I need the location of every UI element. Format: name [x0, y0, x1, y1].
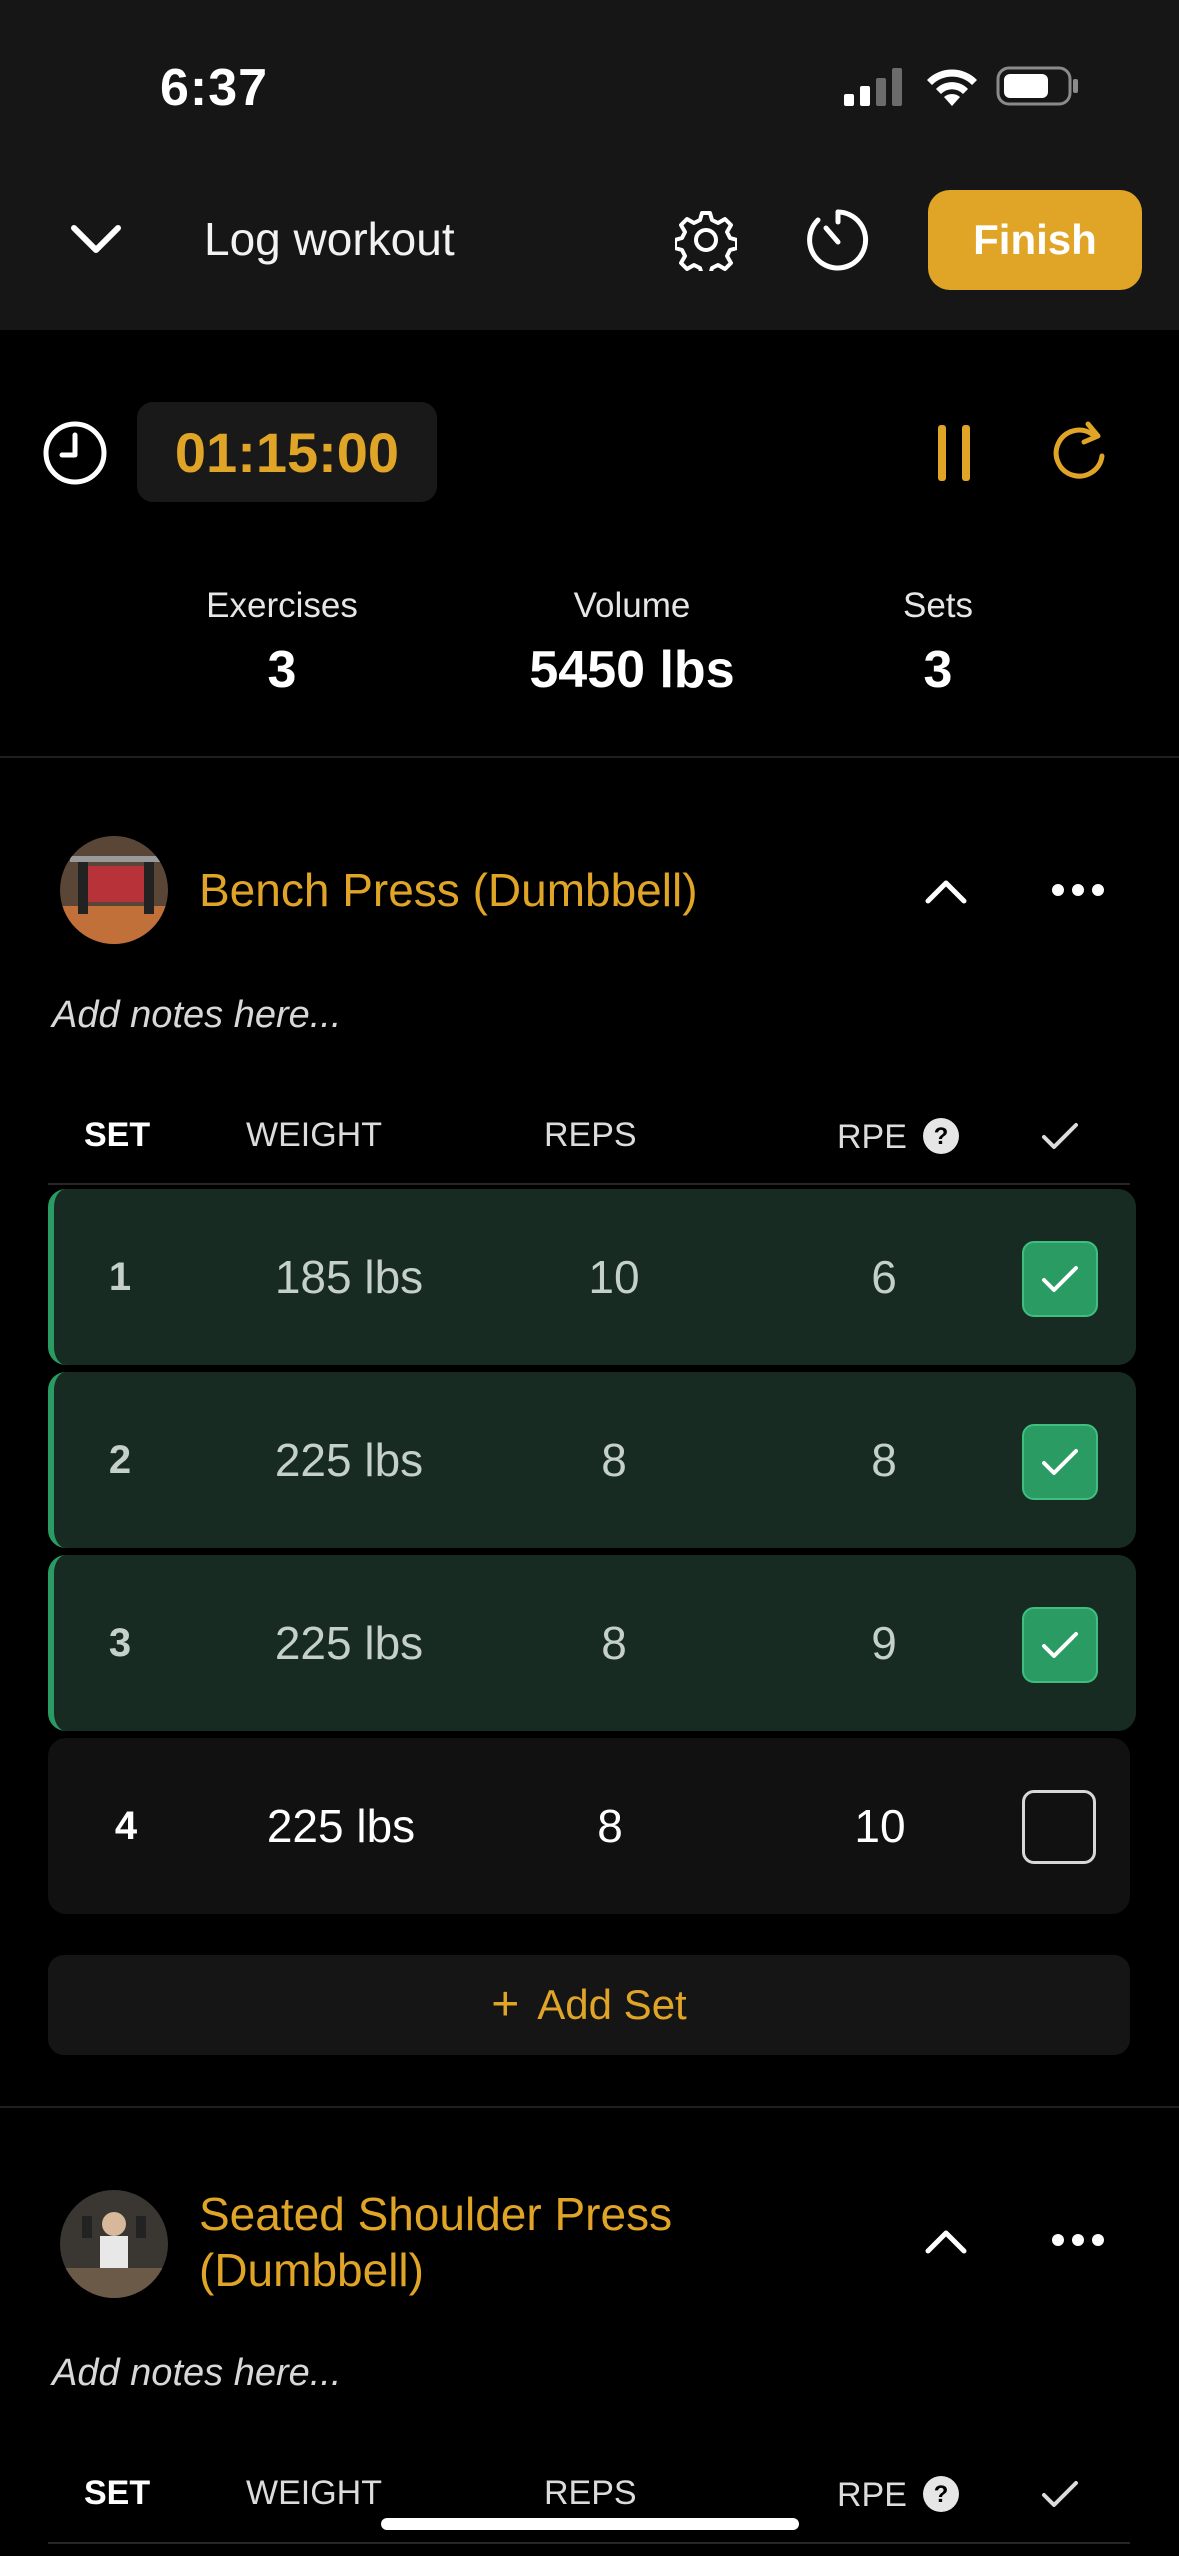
exercise-thumbnail — [60, 836, 168, 944]
stat-value: 3 — [923, 641, 953, 699]
page-title: Log workout — [204, 213, 455, 265]
set-number[interactable]: 3 — [90, 1555, 150, 1731]
reps-field[interactable]: 8 — [514, 1372, 714, 1548]
set-number[interactable]: 4 — [96, 1738, 156, 1914]
collapse-chevron-icon[interactable] — [66, 212, 126, 266]
gear-icon[interactable] — [674, 208, 738, 272]
stopwatch-icon[interactable] — [804, 206, 872, 274]
add-set-label: Add Set — [537, 1981, 687, 2028]
set-complete-checkbox[interactable] — [1022, 1424, 1098, 1500]
column-header-weight: WEIGHT — [246, 2474, 382, 2512]
set-row: 4 225 lbs 8 10 — [48, 1738, 1130, 1914]
stat-label: Volume — [573, 586, 691, 625]
status-time: 6:37 — [160, 59, 269, 117]
notes-input[interactable]: Add notes here... — [52, 2352, 341, 2395]
finish-button[interactable]: Finish — [928, 190, 1142, 290]
stat-volume: Volume 5450 lbs — [482, 586, 782, 700]
checkmark-header-icon — [1038, 2476, 1082, 2512]
more-options-icon[interactable] — [1046, 870, 1110, 910]
set-row: 2 225 lbs 8 8 — [48, 1372, 1136, 1548]
chevron-up-icon[interactable] — [916, 866, 976, 916]
set-number[interactable]: 1 — [90, 1189, 150, 1365]
exercise-title[interactable]: Seated Shoulder Press (Dumbbell) — [199, 2186, 672, 2298]
column-header-set: SET — [84, 2474, 151, 2512]
reset-icon[interactable] — [1046, 418, 1116, 488]
set-complete-checkbox[interactable] — [1022, 1607, 1098, 1683]
column-header-rpe: RPE — [837, 1118, 907, 1156]
plus-icon: + — [491, 1978, 520, 2031]
chevron-up-icon[interactable] — [916, 2216, 976, 2266]
more-options-icon[interactable] — [1046, 2220, 1110, 2260]
weight-field[interactable]: 185 lbs — [224, 1189, 474, 1365]
stat-label: Sets — [902, 586, 974, 625]
rpe-field[interactable]: 10 — [800, 1738, 960, 1914]
workout-timer[interactable]: 01:15:00 — [137, 402, 437, 502]
cellular-signal-icon — [842, 66, 906, 108]
column-header-reps: REPS — [544, 2474, 637, 2512]
column-header-rpe: RPE — [837, 2476, 907, 2514]
help-icon[interactable]: ? — [922, 1117, 960, 1155]
rpe-field[interactable]: 6 — [814, 1189, 954, 1365]
pause-icon[interactable] — [930, 420, 978, 486]
column-header-set: SET — [84, 1116, 151, 1154]
exercise-title[interactable]: Bench Press (Dumbbell) — [199, 862, 698, 918]
help-icon[interactable]: ? — [922, 2475, 960, 2513]
exercise-title-line: Seated Shoulder Press — [199, 2188, 673, 2240]
reps-field[interactable]: 8 — [514, 1555, 714, 1731]
weight-field[interactable]: 225 lbs — [216, 1738, 466, 1914]
column-header-weight: WEIGHT — [246, 1116, 382, 1154]
divider — [0, 2106, 1179, 2108]
exercise-title-line: (Dumbbell) — [199, 2244, 424, 2296]
svg-text:?: ? — [934, 2481, 949, 2508]
checkmark-header-icon — [1038, 1118, 1082, 1154]
home-indicator[interactable] — [381, 2518, 799, 2530]
stat-label: Exercises — [206, 586, 358, 625]
set-row: 1 185 lbs 10 6 — [48, 1189, 1136, 1365]
reps-field[interactable]: 10 — [514, 1189, 714, 1365]
rpe-field[interactable]: 9 — [814, 1555, 954, 1731]
stat-sets: Sets 3 — [838, 586, 1038, 700]
weight-field[interactable]: 225 lbs — [224, 1372, 474, 1548]
column-header-reps: REPS — [544, 1116, 637, 1154]
notes-input[interactable]: Add notes here... — [52, 994, 341, 1037]
table-header-divider — [48, 2542, 1130, 2544]
battery-icon — [996, 64, 1080, 108]
reps-field[interactable]: 8 — [510, 1738, 710, 1914]
set-complete-checkbox[interactable] — [1022, 1241, 1098, 1317]
set-row: 3 225 lbs 8 9 — [48, 1555, 1136, 1731]
set-complete-checkbox[interactable] — [1022, 1790, 1096, 1864]
stat-value: 3 — [267, 641, 297, 699]
set-number[interactable]: 2 — [90, 1372, 150, 1548]
stat-value: 5450 lbs — [529, 641, 735, 699]
add-set-button[interactable]: + Add Set — [48, 1955, 1130, 2055]
divider — [0, 756, 1179, 758]
svg-text:?: ? — [934, 1123, 949, 1150]
rpe-field[interactable]: 8 — [814, 1372, 954, 1548]
exercise-thumbnail — [60, 2190, 168, 2298]
table-header-divider — [48, 1183, 1130, 1185]
wifi-icon — [922, 62, 982, 108]
stat-exercises: Exercises 3 — [182, 586, 382, 700]
clock-icon — [40, 418, 110, 488]
weight-field[interactable]: 225 lbs — [224, 1555, 474, 1731]
